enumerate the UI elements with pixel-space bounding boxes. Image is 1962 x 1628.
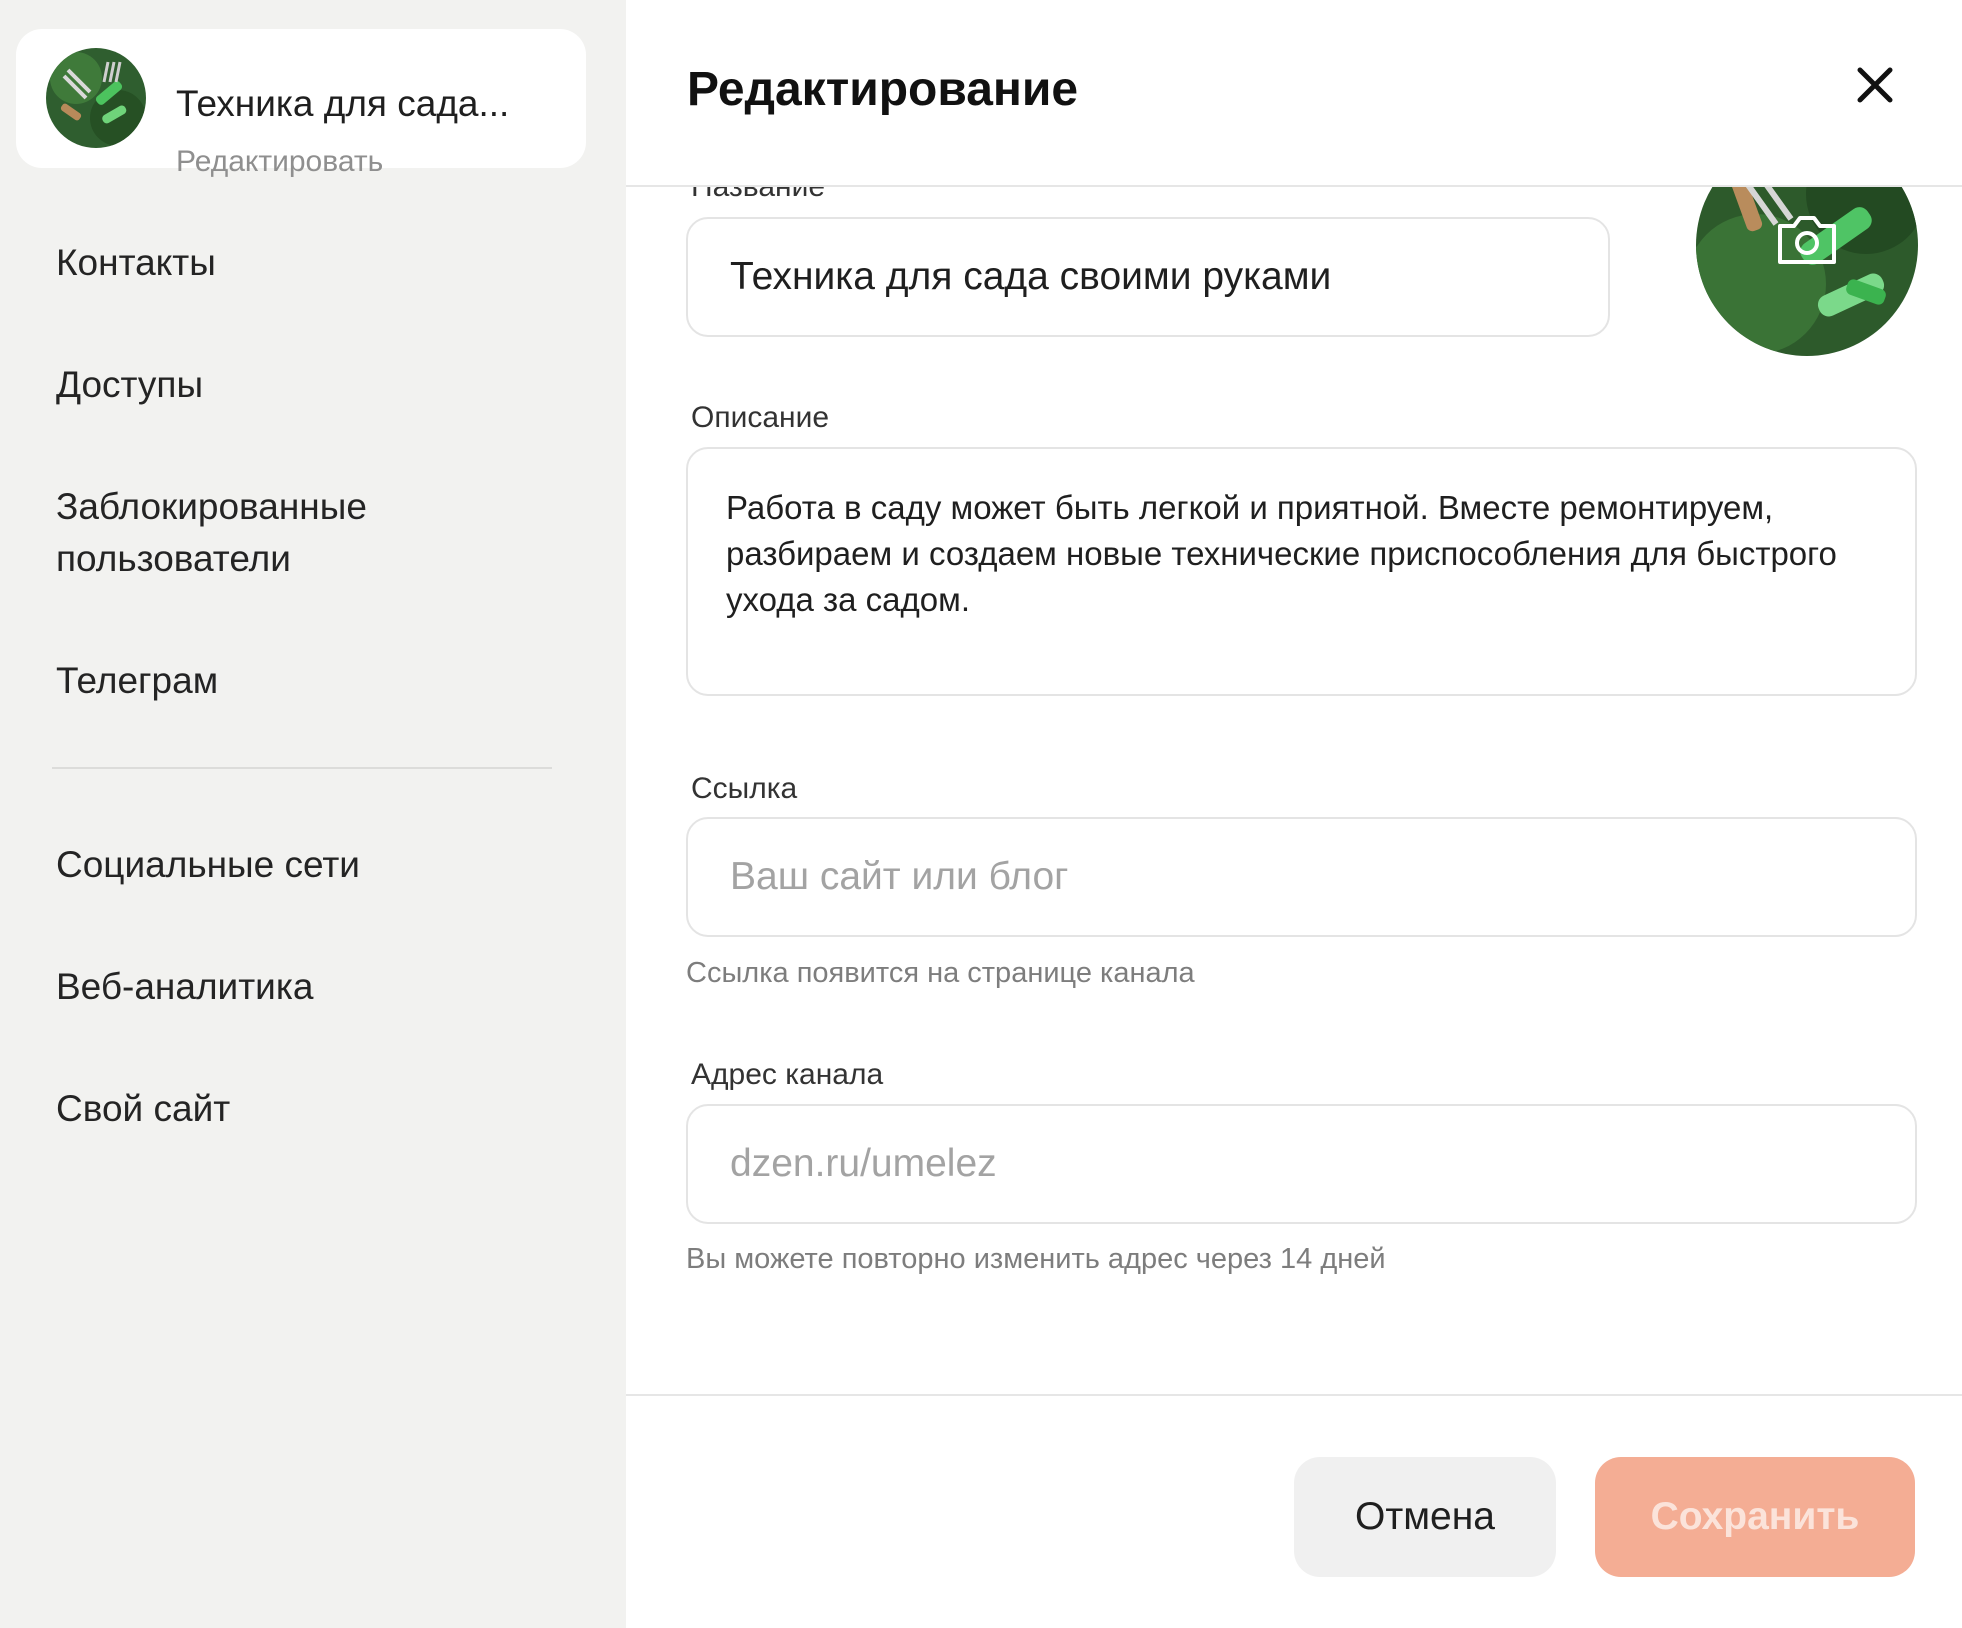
link-field-box [686,817,1917,937]
address-field-box [686,1104,1917,1224]
channel-edit-link[interactable]: Редактировать [176,145,383,179]
channel-cover-upload[interactable] [1696,187,1918,356]
edit-modal: Редактирование Название [626,0,1962,1628]
modal-title: Редактирование [687,63,1079,116]
sidebar-item-contacts[interactable]: Контакты [56,237,556,289]
description-input[interactable]: Работа в саду может быть легкой и приятн… [688,449,1915,694]
link-label: Ссылка [691,772,798,805]
save-button[interactable]: Сохранить [1595,1457,1915,1577]
channel-name: Техника для сада... [176,83,510,124]
footer-divider [626,1394,1962,1396]
form-scroll-area[interactable]: Название Описание Работа в с [626,187,1962,1394]
link-hint: Ссылка появится на странице канала [686,957,1195,989]
sidebar-item-telegram[interactable]: Телеграм [56,655,556,707]
close-button[interactable] [1848,58,1902,112]
address-hint: Вы можете повторно изменить адрес через … [686,1243,1386,1275]
name-field-box [686,217,1610,337]
link-input[interactable] [688,819,1915,935]
close-icon [1857,67,1893,103]
camera-icon [1778,216,1836,264]
address-input[interactable] [688,1106,1915,1222]
header-divider [626,185,1962,187]
sidebar-item-access[interactable]: Доступы [56,359,556,411]
description-field-box: Работа в саду может быть легкой и приятн… [686,447,1917,696]
sidebar-item-web-analytics[interactable]: Веб-аналитика [56,961,556,1013]
sidebar-item-social-networks[interactable]: Социальные сети [56,839,556,891]
channel-avatar [46,48,146,148]
settings-sidebar: Техника для сада... Редактировать Контак… [0,0,626,1628]
description-label: Описание [691,401,830,434]
sidebar-divider [52,767,552,769]
name-label: Название [691,187,825,204]
name-input[interactable] [688,219,1608,335]
sidebar-item-blocked-users[interactable]: Заблокированные пользователи [56,481,556,585]
address-label: Адрес канала [691,1058,884,1091]
sidebar-item-own-site[interactable]: Свой сайт [56,1083,556,1135]
cancel-button[interactable]: Отмена [1294,1457,1556,1577]
channel-card[interactable]: Техника для сада... Редактировать [16,29,586,178]
